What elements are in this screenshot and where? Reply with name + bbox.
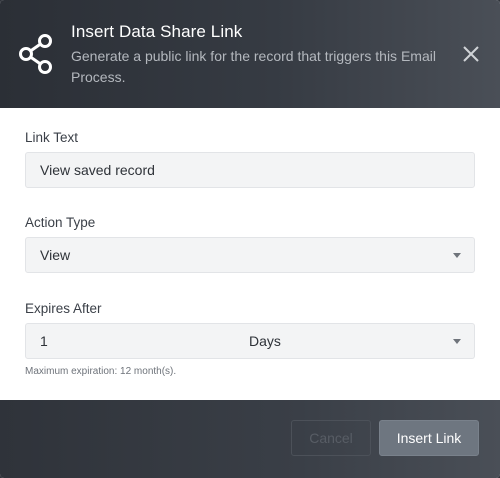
expiration-hint: Maximum expiration: 12 month(s). bbox=[25, 366, 177, 377]
expires-unit-value: Days bbox=[249, 333, 281, 349]
expires-after-label: Expires After bbox=[25, 301, 102, 316]
insert-data-share-link-dialog: Insert Data Share Link Generate a public… bbox=[0, 0, 500, 478]
action-type-label: Action Type bbox=[25, 215, 96, 230]
action-type-select[interactable]: View bbox=[25, 237, 475, 273]
close-icon[interactable] bbox=[462, 45, 480, 63]
dialog-title: Insert Data Share Link bbox=[71, 22, 243, 41]
expires-unit-select[interactable]: Days bbox=[235, 323, 475, 359]
link-text-input[interactable]: View saved record bbox=[25, 152, 475, 188]
cancel-button[interactable]: Cancel bbox=[291, 420, 371, 456]
expires-amount-input[interactable]: 1 bbox=[25, 323, 236, 359]
dialog-body: Link Text View saved record Action Type … bbox=[0, 108, 500, 400]
expires-amount-value: 1 bbox=[40, 333, 48, 349]
link-text-label: Link Text bbox=[25, 130, 79, 145]
dialog-subtitle: Generate a public link for the record th… bbox=[71, 48, 436, 85]
share-icon bbox=[19, 34, 52, 74]
action-type-value: View bbox=[40, 247, 71, 263]
dialog-footer: Cancel Insert Link bbox=[0, 400, 500, 478]
insert-link-button[interactable]: Insert Link bbox=[379, 420, 479, 456]
caret-down-icon bbox=[453, 253, 461, 258]
link-text-value: View saved record bbox=[40, 162, 155, 178]
caret-down-icon bbox=[453, 339, 461, 344]
dialog-header: Insert Data Share Link Generate a public… bbox=[0, 0, 500, 108]
